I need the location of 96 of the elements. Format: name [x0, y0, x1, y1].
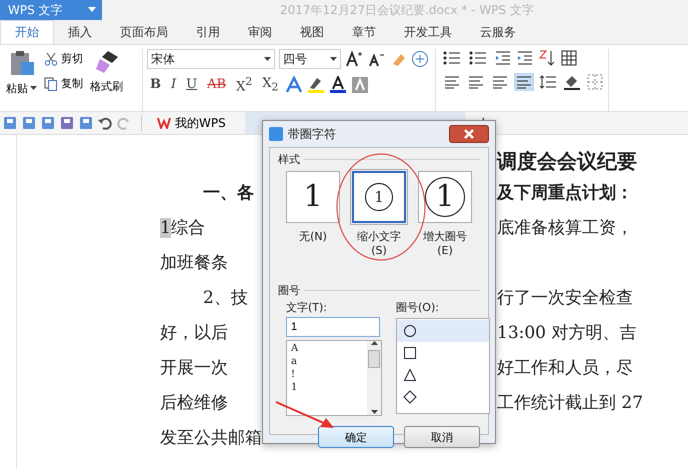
format-painter-button[interactable]: 格式刷	[88, 49, 125, 111]
scrollbar[interactable]	[367, 341, 381, 415]
undo-icon[interactable]	[97, 115, 113, 131]
text-input-field[interactable]: 1	[286, 317, 380, 337]
toolbar-icon[interactable]	[40, 115, 56, 131]
format-button[interactable]: X$^{2}$	[233, 75, 256, 94]
format-button[interactable]: I	[168, 77, 180, 92]
copy-button[interactable]: 复制	[42, 74, 85, 93]
font-color-icon[interactable]	[329, 76, 348, 94]
style-option[interactable]: 1	[352, 171, 406, 223]
text-effect-icon[interactable]	[285, 76, 304, 94]
font-name-dropdown[interactable]: 宋体	[147, 49, 275, 69]
field-label: 文字(T):	[286, 300, 328, 315]
sort-icon[interactable]	[538, 49, 556, 67]
cancel-button[interactable]: 取消	[404, 426, 480, 448]
text-option[interactable]: 1	[291, 382, 363, 393]
document-text: 一、各	[203, 183, 254, 203]
indent-icon[interactable]	[494, 49, 512, 67]
document-text: 底准备核算工资，	[497, 217, 633, 239]
toolbar-icon[interactable]	[78, 115, 94, 131]
document-text: 开展一次	[160, 358, 228, 378]
copy-icon	[44, 76, 58, 90]
wps-app-icon	[269, 127, 283, 141]
paint-bucket-icon[interactable]	[562, 73, 582, 91]
field-label: 圈号(O):	[396, 300, 440, 315]
document-text: 发至公共邮箱	[160, 428, 262, 448]
toolbar-icon[interactable]	[59, 115, 75, 131]
scrollbar-thumb[interactable]	[368, 350, 380, 368]
scroll-down-icon[interactable]	[370, 410, 378, 415]
caret-icon	[330, 56, 337, 62]
style-label: 增大圈号(E)	[422, 229, 468, 257]
paintbrush-icon	[94, 49, 120, 75]
document-text: 2、技	[203, 288, 248, 308]
cut-button[interactable]: 剪切	[42, 49, 85, 68]
dialog-title: 带圈字符	[288, 126, 336, 142]
circle-icon	[403, 324, 417, 338]
format-button[interactable]: U	[183, 77, 200, 92]
caret-icon[interactable]	[88, 7, 96, 13]
app-menu-button[interactable]: WPS 文字	[0, 0, 102, 20]
ribbon-tab[interactable]: 云服务	[466, 20, 530, 44]
my-wps-tab[interactable]: 我的WPS	[151, 114, 232, 132]
ribbon-tab[interactable]: 开始	[0, 20, 54, 44]
group-label: 样式	[278, 152, 300, 167]
format-button[interactable]: AB	[204, 77, 230, 92]
paste-button[interactable]: 粘贴	[4, 49, 39, 111]
document-text: 13:00 对方明、吉	[497, 322, 636, 344]
wps-logo-icon	[157, 117, 171, 129]
ribbon-tab[interactable]: 插入	[54, 20, 106, 44]
style-option[interactable]: 1	[286, 171, 340, 223]
caret-icon	[30, 86, 37, 91]
close-button[interactable]	[449, 125, 489, 143]
toolbar-icon[interactable]	[21, 115, 37, 131]
highlight-icon[interactable]	[307, 76, 326, 94]
document-text: 后检维修	[160, 393, 228, 413]
ribbon-tab[interactable]: 开发工具	[390, 20, 466, 44]
format-button[interactable]: B	[147, 77, 164, 92]
style-option[interactable]: 1	[418, 171, 472, 223]
ribbon-tab[interactable]: 页面布局	[106, 20, 182, 44]
document-text: 加班餐条	[160, 253, 228, 273]
ribbon-tab[interactable]: 审阅	[234, 20, 286, 44]
close-icon	[463, 129, 475, 139]
font-size-dropdown[interactable]: 四号	[279, 49, 341, 69]
border-icon[interactable]	[586, 73, 604, 91]
caret-icon	[264, 56, 271, 62]
text-option[interactable]: a	[291, 356, 363, 367]
ribbon-tab[interactable]: 视图	[286, 20, 338, 44]
window-title: 2017年12月27日会议纪要.docx * - WPS 文字	[280, 2, 534, 18]
grow-font-icon[interactable]	[345, 50, 363, 68]
triangle-icon	[403, 368, 417, 382]
group-label: 圈号	[278, 283, 300, 298]
document-text: 1综合	[160, 218, 205, 238]
scroll-up-icon[interactable]	[370, 341, 378, 346]
phonetic-icon[interactable]	[411, 50, 431, 68]
format-button[interactable]: X$_{2}$	[259, 76, 282, 94]
square-icon	[403, 346, 417, 360]
document-title: 调度会会议纪要	[497, 148, 637, 175]
diamond-icon	[403, 390, 417, 404]
document-text: 工作统计截止到 27	[497, 392, 644, 414]
document-text: 好，以后	[160, 323, 228, 343]
indent-icon[interactable]	[516, 49, 534, 67]
align-icon[interactable]	[514, 73, 534, 91]
document-text: 好工作和人员，尽	[497, 357, 633, 379]
ribbon-tab[interactable]: 章节	[338, 20, 390, 44]
scissors-icon	[44, 52, 58, 66]
ribbon-tab[interactable]: 引用	[182, 20, 234, 44]
text-option[interactable]: !	[291, 369, 363, 380]
toolbar-icon[interactable]	[2, 115, 18, 131]
document-text: 行了一次安全检查	[497, 287, 633, 309]
text-option[interactable]: A	[291, 343, 363, 354]
annotation-arrow	[274, 400, 336, 430]
document-text: 及下周重点计划：	[497, 182, 633, 204]
line-spacing-icon[interactable]	[538, 73, 558, 91]
style-label: 缩小文字(S)	[356, 229, 402, 257]
table-grid-icon[interactable]	[560, 49, 578, 67]
ok-button[interactable]: 确定	[318, 426, 394, 448]
style-label: 无(N)	[299, 229, 327, 244]
